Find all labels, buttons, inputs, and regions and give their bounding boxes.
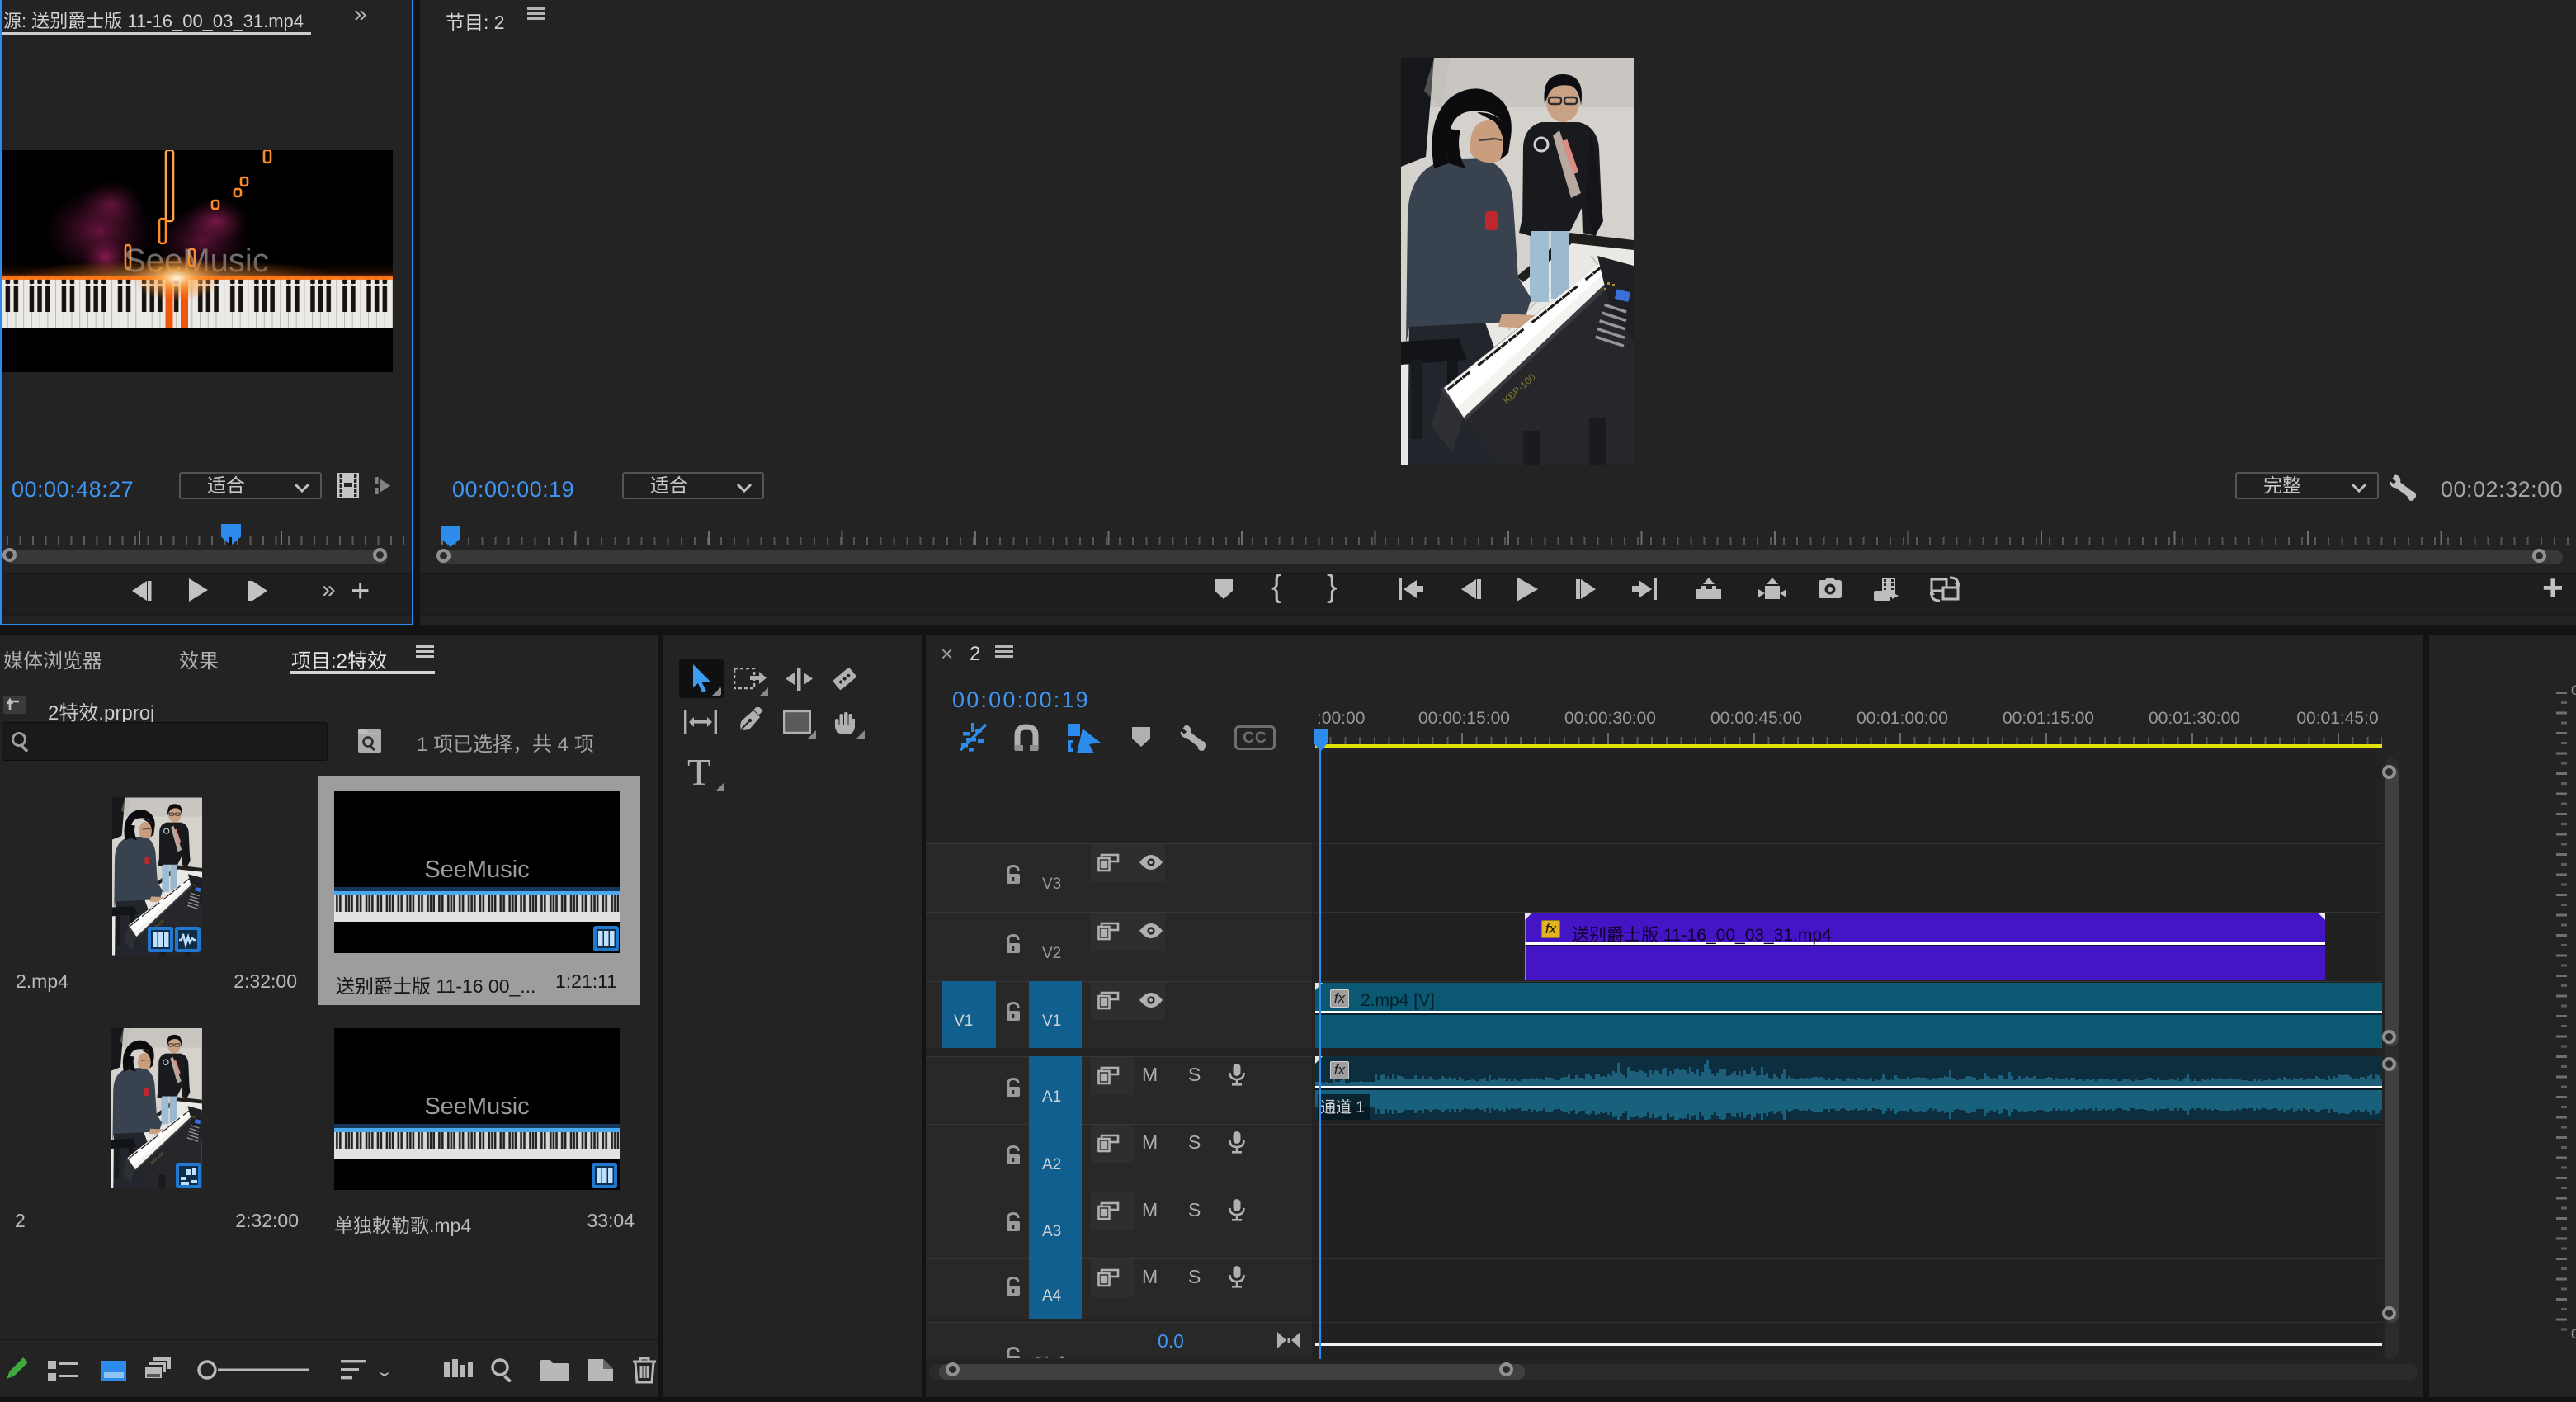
svg-text:SeeMusic: SeeMusic [424,857,529,883]
